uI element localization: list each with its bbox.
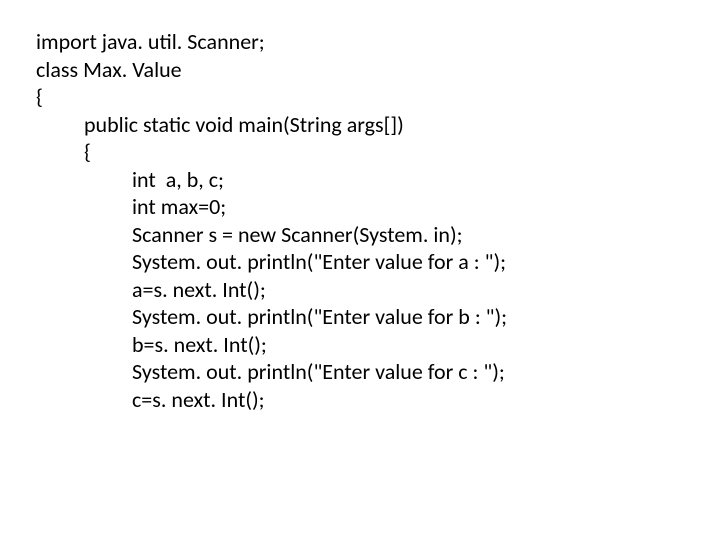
code-line-1: import java. util. Scanner;	[36, 28, 720, 56]
code-line-6: int a, b, c;	[36, 166, 720, 194]
code-line-5: {	[36, 138, 720, 166]
code-line-13: System. out. println("Enter value for c …	[36, 358, 720, 386]
code-line-14: c=s. next. Int();	[36, 386, 720, 414]
code-line-11: System. out. println("Enter value for b …	[36, 303, 720, 331]
code-line-12: b=s. next. Int();	[36, 331, 720, 359]
code-line-8: Scanner s = new Scanner(System. in);	[36, 221, 720, 249]
code-line-3: {	[36, 83, 720, 111]
code-line-2: class Max. Value	[36, 56, 720, 84]
code-line-9: System. out. println("Enter value for a …	[36, 248, 720, 276]
code-slide: import java. util. Scanner; class Max. V…	[0, 0, 720, 413]
code-line-4: public static void main(String args[])	[36, 111, 720, 139]
code-line-7: int max=0;	[36, 193, 720, 221]
code-line-10: a=s. next. Int();	[36, 276, 720, 304]
